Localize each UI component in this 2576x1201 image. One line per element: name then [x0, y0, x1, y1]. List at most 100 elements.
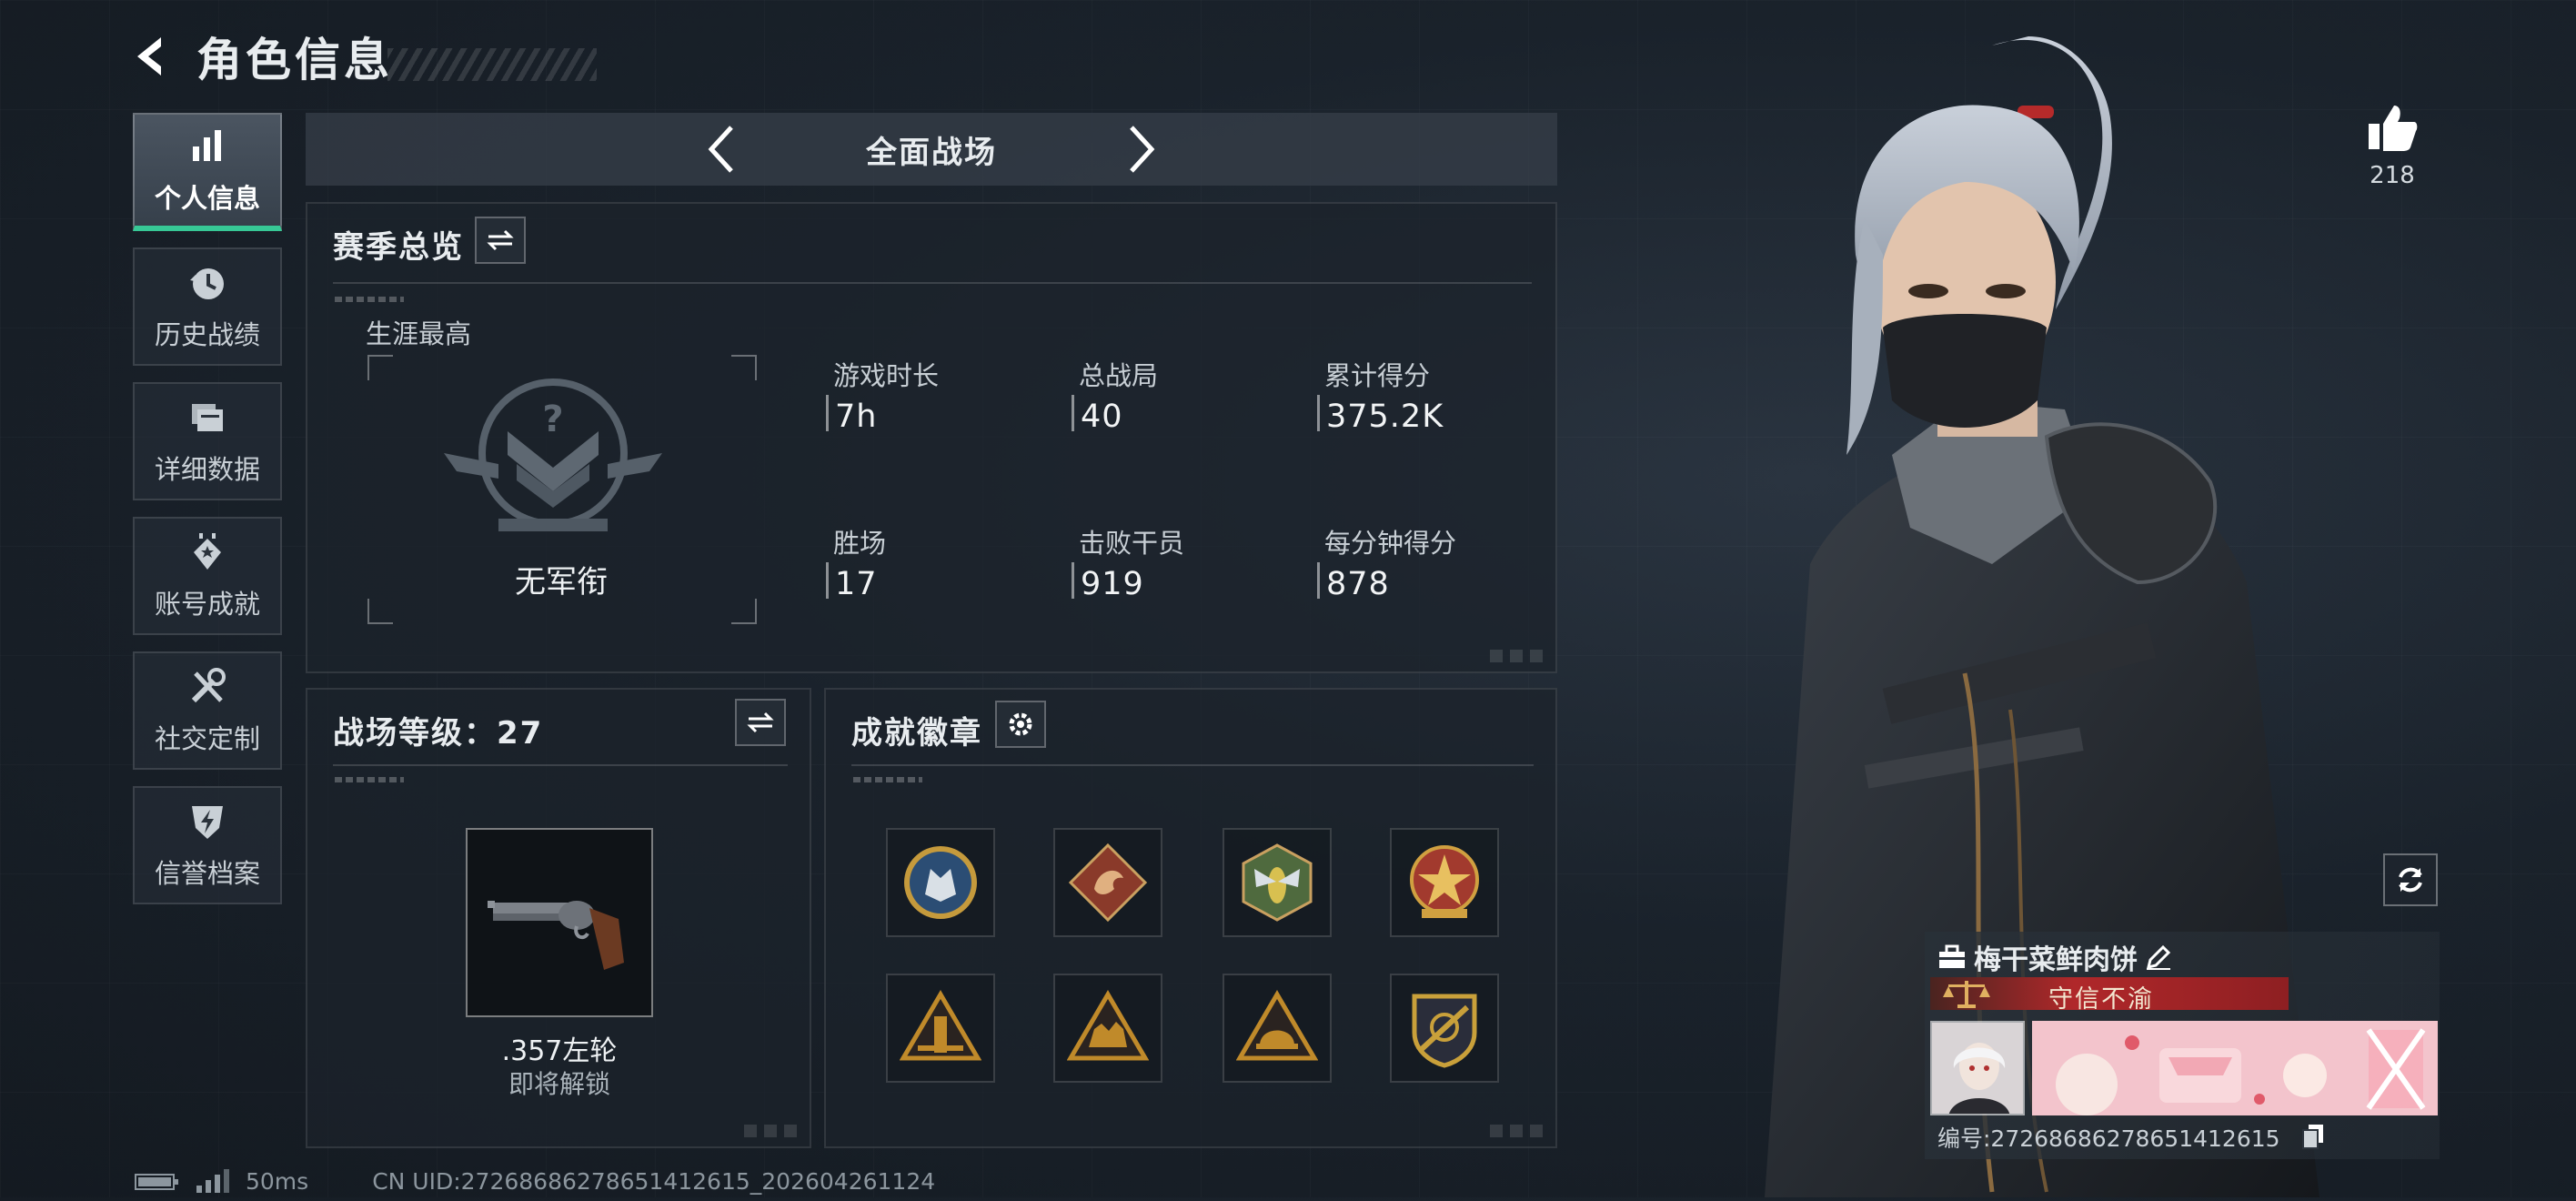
- uid-text: CN UID:27268686278651412615_202604261124: [372, 1168, 936, 1195]
- stat-value-score-per-minute: 878: [1326, 566, 1390, 602]
- swap-icon: [487, 229, 514, 251]
- sidebar-item-label: 账号成就: [154, 589, 260, 620]
- stat-label-kills: 击败干员: [1079, 528, 1185, 559]
- stat-tick: [1317, 395, 1320, 431]
- sword-shield-badge-icon: [1412, 994, 1477, 1068]
- sidebar-item-credit[interactable]: 信誉档案: [133, 786, 282, 904]
- badge-slot-4[interactable]: [1390, 828, 1499, 937]
- badge-slot-6[interactable]: [1053, 974, 1162, 1083]
- sidebar-item-social[interactable]: 社交定制: [133, 651, 282, 770]
- player-name-row: 梅干菜鲜肉饼: [1937, 937, 2172, 977]
- edit-pencil-icon[interactable]: [2145, 944, 2172, 971]
- season-overview-title: 赛季总览: [333, 229, 464, 266]
- dragon-badge-icon: [1068, 843, 1148, 923]
- decoration-dash: [853, 777, 922, 782]
- player-name: 梅干菜鲜肉饼: [1974, 944, 2138, 976]
- frame-corner: [367, 355, 393, 380]
- scales-icon: [1943, 981, 1990, 1008]
- title-decoration: [387, 48, 597, 81]
- weapon-name: .357左轮: [501, 1035, 618, 1067]
- career-best-label: 生涯最高: [366, 318, 472, 349]
- profile-banner[interactable]: [2032, 1021, 2438, 1115]
- weapon-status: 即将解锁: [508, 1069, 610, 1099]
- mode-selector: 全面战场: [306, 113, 1557, 186]
- panel-divider: [333, 764, 788, 766]
- sidebar-item-personal-info[interactable]: 个人信息: [133, 113, 282, 231]
- camel-badge-icon: [1067, 990, 1149, 1061]
- switch-level-button[interactable]: [735, 699, 786, 746]
- battlefield-level-title: 战场等级：27: [333, 715, 544, 752]
- stat-value-play-time: 7h: [835, 399, 878, 435]
- sidebar-item-label: 详细数据: [154, 454, 260, 485]
- sidebar-item-detail-data[interactable]: 详细数据: [133, 382, 282, 500]
- badge-slot-3[interactable]: [1223, 828, 1332, 937]
- badge-slot-8[interactable]: [1390, 974, 1499, 1083]
- page-title: 角色信息: [196, 34, 393, 86]
- back-arrow-icon[interactable]: [127, 31, 178, 82]
- badge-settings-button[interactable]: [995, 701, 1046, 748]
- briefcase-icon: [1939, 944, 1965, 968]
- rank-emblem-icon: ?: [444, 373, 662, 540]
- like-button[interactable]: 218: [2358, 102, 2427, 189]
- decoration-dash: [335, 777, 404, 782]
- wolf-badge-icon: [904, 846, 977, 919]
- sidebar-item-achievements[interactable]: 账号成就: [133, 517, 282, 635]
- refresh-button[interactable]: [2383, 853, 2438, 906]
- stat-value-total-score: 375.2K: [1326, 399, 1444, 435]
- badge-slot-5[interactable]: [886, 974, 995, 1083]
- tower-badge-icon: [900, 990, 981, 1061]
- panel-divider: [851, 764, 1534, 766]
- switch-season-button[interactable]: [475, 217, 526, 264]
- credit-shield-icon: [186, 800, 229, 843]
- badge-slot-1[interactable]: [886, 828, 995, 937]
- stat-label-score-per-minute: 每分钟得分: [1324, 528, 1457, 559]
- copy-icon[interactable]: [2299, 1123, 2327, 1150]
- corner-decoration: [744, 1125, 799, 1137]
- swap-icon: [747, 712, 774, 733]
- stat-label-total-matches: 总战局: [1079, 360, 1159, 391]
- prev-mode-arrow-icon[interactable]: [693, 122, 748, 177]
- season-overview-panel: 赛季总览 生涯最高 ? 无军衔 游戏时长 7h 总战局 40 累计得分 375.…: [306, 202, 1557, 673]
- badge-slot-7[interactable]: [1223, 974, 1332, 1083]
- stat-label-total-score: 累计得分: [1324, 360, 1431, 391]
- panel-divider: [333, 282, 1532, 284]
- stat-label-play-time: 游戏时长: [833, 360, 940, 391]
- helmet-badge-icon: [1236, 990, 1318, 1061]
- honor-title-bar: 守信不渝: [1930, 977, 2289, 1014]
- refresh-icon: [2399, 867, 2422, 893]
- revolver-icon: [488, 901, 624, 970]
- sidebar-item-label: 个人信息: [154, 183, 260, 214]
- star-badge-icon: [1410, 845, 1479, 918]
- battery-icon: [135, 1173, 178, 1190]
- next-mode-arrow-icon[interactable]: [1115, 122, 1170, 177]
- weapon-reward-slot[interactable]: [466, 828, 653, 1017]
- stat-tick: [826, 395, 829, 431]
- frame-corner: [367, 599, 393, 624]
- stat-tick: [1317, 562, 1320, 599]
- badge-slot-2[interactable]: [1053, 828, 1162, 937]
- player-id: 编号:2726868627865141261​5: [1937, 1125, 2280, 1152]
- achievement-icon: [186, 530, 229, 574]
- history-icon: [186, 261, 229, 305]
- decoration-dash: [335, 297, 404, 302]
- sidebar-item-label: 历史战绩: [154, 319, 260, 350]
- status-footer: 50ms CN UID:27268686278651412615_2026042…: [135, 1168, 935, 1195]
- folder-icon: [186, 396, 229, 439]
- stat-tick: [1072, 395, 1074, 431]
- sidebar-item-history[interactable]: 历史战绩: [133, 247, 282, 366]
- stat-value-wins: 17: [835, 566, 878, 602]
- svg-text:?: ?: [542, 399, 563, 440]
- tools-icon: [186, 665, 229, 709]
- ping-value: 50ms: [246, 1168, 309, 1195]
- stat-tick: [826, 562, 829, 599]
- stat-tick: [1072, 562, 1074, 599]
- mode-title: 全面战场: [866, 134, 997, 171]
- frame-corner: [731, 355, 757, 380]
- sidebar: 个人信息 历史战绩 详细数据 账号成就 社交定制 信誉档案: [133, 113, 284, 921]
- avatar[interactable]: [1930, 1021, 2025, 1115]
- stat-value-total-matches: 40: [1081, 399, 1123, 435]
- frame-corner: [731, 599, 757, 624]
- honor-title: 守信不渝: [2048, 985, 2154, 1014]
- sidebar-item-label: 信誉档案: [154, 858, 260, 889]
- rank-name: 无军衔: [515, 564, 608, 600]
